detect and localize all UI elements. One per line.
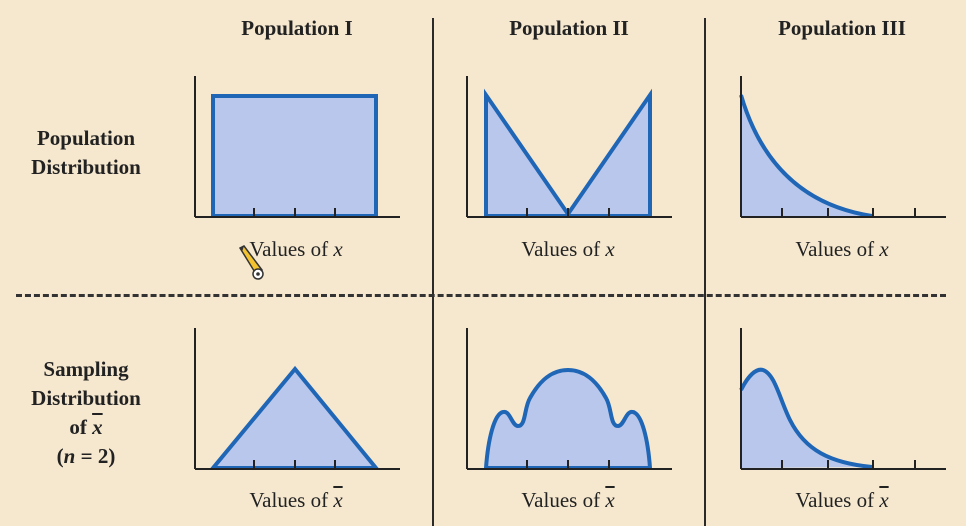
pencil-cursor-icon: [238, 245, 264, 280]
plot-sampling-2-distribution: [466, 328, 672, 470]
x-axis-label: Values of x: [795, 237, 889, 261]
skewed-shape: [741, 369, 872, 468]
x-bar-axis-label: Values of x: [521, 488, 615, 512]
plots-svg: [194, 76, 946, 470]
trimodal-shape: [483, 367, 653, 470]
v-shape: [484, 88, 652, 218]
plot-population-2-distribution: [466, 76, 672, 218]
plot-sampling-3-distribution: [739, 328, 946, 470]
plot-population-1-distribution: [194, 76, 400, 218]
x-bar-axis-label: Values of x: [795, 488, 889, 512]
x-axis-label: Values of x: [249, 237, 343, 261]
uniform-shape: [211, 94, 378, 218]
exponential-shape: [741, 95, 872, 216]
triangle-shape: [208, 365, 381, 470]
x-axis-label: Values of x: [521, 237, 615, 261]
x-bar-axis-label: Values of x: [249, 488, 343, 512]
plot-population-3-distribution: [739, 76, 946, 218]
plot-sampling-1-distribution: [194, 328, 400, 470]
figure-canvas: Population I Population II Population II…: [0, 0, 966, 526]
